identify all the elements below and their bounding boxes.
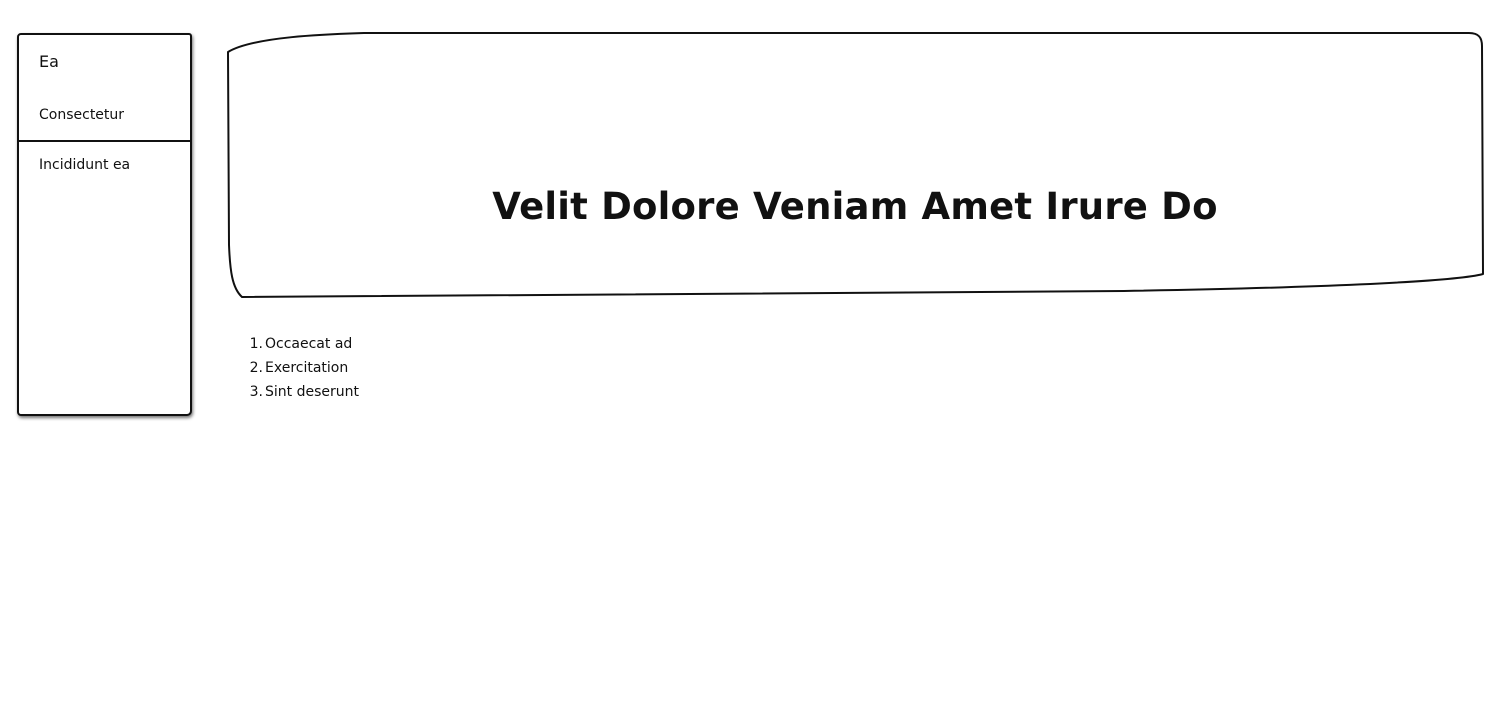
sidebar-divider [19,140,190,142]
sidebar: Ea Consectetur Incididunt ea [17,33,192,416]
list-item: 3. Sint deserunt [247,380,359,404]
numbered-list: 1. Occaecat ad 2. Exercitation 3. Sint dese… [247,332,359,404]
sidebar-link-consectetur[interactable]: Consectetur [39,106,124,124]
list-item: 1. Occaecat ad [247,332,359,356]
list-item-number: 2. [249,360,263,376]
sidebar-link-incididunt-ea[interactable]: Incididunt ea [39,156,130,174]
list-item-label: Sint deserunt [265,384,359,400]
list-item: 2. Exercitation [247,356,359,380]
list-item-number: 3. [249,384,263,400]
hero-title: Velit Dolore Veniam Amet Irure Do [492,184,1218,228]
list-item-number: 1. [249,336,263,352]
hero-banner: Velit Dolore Veniam Amet Irure Do [224,30,1486,300]
list-item-label: Exercitation [265,360,349,376]
list-item-label: Occaecat ad [265,336,353,352]
hero-border [227,32,1484,298]
sidebar-heading: Ea [39,52,59,71]
